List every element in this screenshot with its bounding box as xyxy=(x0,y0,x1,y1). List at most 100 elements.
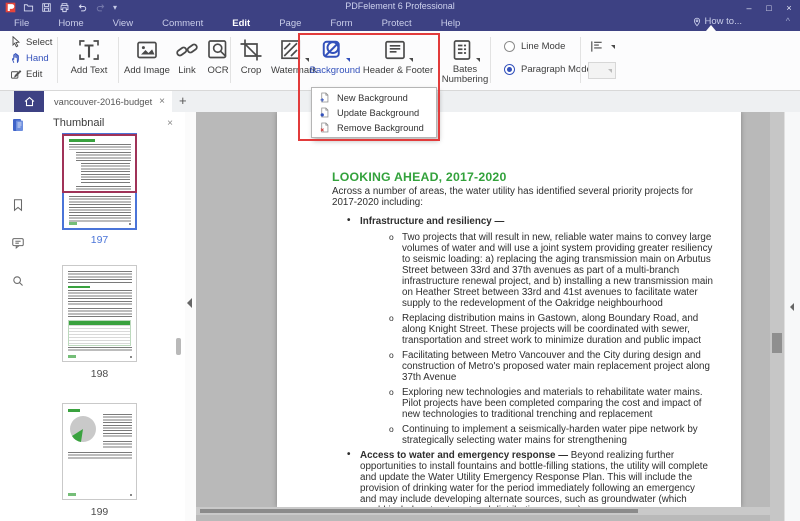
text-direction-button[interactable] xyxy=(589,39,615,54)
add-image-icon xyxy=(137,41,157,59)
sub-bullet: Two projects that will result in new, re… xyxy=(388,232,713,309)
document-intro: Across a number of areas, the water util… xyxy=(332,186,694,208)
select-label: Select xyxy=(26,36,53,48)
add-text-icon xyxy=(79,40,99,60)
thumbnail-panel: Thumbnail × 197 198 199 xyxy=(35,112,185,521)
expand-right-panel-arrow-icon[interactable] xyxy=(790,303,794,311)
document-heading: LOOKING AHEAD, 2017-2020 xyxy=(332,170,507,184)
comment-icon xyxy=(12,238,24,250)
collapse-ribbon-icon[interactable]: ^ xyxy=(786,16,790,26)
add-text-label: Add Text xyxy=(70,65,108,76)
bates-numbering-button[interactable]: Bates Numbering xyxy=(438,38,492,85)
menu-page[interactable]: Page xyxy=(279,18,301,29)
link-button[interactable]: Link xyxy=(172,38,202,76)
collapse-panel-arrow-icon[interactable] xyxy=(187,298,192,308)
menu-edit[interactable]: Edit xyxy=(232,18,250,29)
minimize-button[interactable]: – xyxy=(742,3,756,13)
page-number-label: 199 xyxy=(90,506,109,518)
pdf-page-content: LOOKING AHEAD, 2017-2020 Across a number… xyxy=(277,112,741,516)
bullet-infrastructure: Infrastructure and resiliency — xyxy=(347,215,713,227)
menu-protect[interactable]: Protect xyxy=(382,18,412,29)
navigation-icon-strip xyxy=(0,112,36,521)
dropdown-caret-icon xyxy=(409,58,413,62)
search-icon xyxy=(13,276,23,286)
thumbnail-page-199[interactable] xyxy=(62,403,137,500)
edit-pencil-icon xyxy=(11,70,22,79)
close-button[interactable]: × xyxy=(782,3,796,13)
thumbnail-page-198[interactable] xyxy=(62,265,137,362)
ribbon-notch xyxy=(706,25,716,31)
panel-scrollbar-thumb[interactable] xyxy=(176,338,181,355)
background-button[interactable]: Background xyxy=(306,38,364,76)
horizontal-scrollbar-thumb[interactable] xyxy=(200,509,638,513)
new-tab-icon[interactable]: + xyxy=(179,93,187,108)
crop-icon xyxy=(240,39,262,61)
menu-home[interactable]: Home xyxy=(58,18,83,29)
dropdown-caret-icon xyxy=(346,58,350,62)
header-footer-button[interactable]: Header & Footer xyxy=(363,38,433,76)
window-title: PDFelement 6 Professional xyxy=(345,1,455,11)
hand-icon xyxy=(11,53,19,63)
thumbnail-panel-title: Thumbnail xyxy=(53,117,105,129)
menu-help[interactable]: Help xyxy=(441,18,461,29)
ocr-icon xyxy=(208,40,227,59)
document-tab[interactable]: vancouver-2016-budget × xyxy=(44,91,172,112)
menu-file[interactable]: File xyxy=(14,18,29,29)
tab-title: vancouver-2016-budget xyxy=(54,96,153,107)
dropdown-caret-icon xyxy=(476,58,480,62)
menu-view[interactable]: View xyxy=(113,18,133,29)
paragraph-mode-radio[interactable]: Paragraph Mode xyxy=(504,64,592,75)
page-number-label: 198 xyxy=(90,368,109,380)
line-mode-radio[interactable]: Line Mode xyxy=(504,41,565,52)
tab-close-icon[interactable]: × xyxy=(159,96,165,107)
hand-label: Hand xyxy=(26,52,49,64)
radio-selected-icon xyxy=(504,64,515,75)
menu-comment[interactable]: Comment xyxy=(162,18,203,29)
thumbnail-viewport-indicator[interactable] xyxy=(62,134,137,193)
add-image-button[interactable]: Add Image xyxy=(122,38,172,76)
sub-bullet: Continuing to implement a seismically-ha… xyxy=(388,424,713,446)
paragraph-mode-label: Paragraph Mode xyxy=(521,64,592,75)
disabled-style-dropdown xyxy=(588,62,616,79)
menu-item-update-background[interactable]: Update Background xyxy=(312,105,436,120)
how-to-button[interactable]: How to... xyxy=(692,16,742,27)
page-number-label: 197 xyxy=(90,234,109,246)
background-dropdown-menu: New Background Update Background Remove … xyxy=(311,87,437,138)
select-cursor-icon xyxy=(12,36,21,48)
paragraph-direction-icon xyxy=(591,41,602,52)
select-tool-button[interactable]: Select xyxy=(10,36,52,48)
page-remove-icon xyxy=(320,122,329,133)
thumbnail-icon xyxy=(13,119,23,131)
bookmark-icon xyxy=(13,199,23,212)
menu-item-label: Update Background xyxy=(337,107,420,118)
radio-unselected-icon xyxy=(504,41,515,52)
horizontal-scrollbar[interactable] xyxy=(196,507,770,515)
menu-form[interactable]: Form xyxy=(330,18,352,29)
vertical-scrollbar-thumb[interactable] xyxy=(772,333,782,353)
sub-bullet: Facilitating between Metro Vancouver and… xyxy=(388,350,713,383)
maximize-button[interactable]: □ xyxy=(762,3,776,13)
crop-button[interactable]: Crop xyxy=(234,38,268,76)
menu-item-label: Remove Background xyxy=(337,122,424,133)
bookmark-panel-icon[interactable] xyxy=(9,196,27,214)
comment-panel-icon[interactable] xyxy=(9,234,27,252)
ocr-label: OCR xyxy=(207,65,229,76)
vertical-scrollbar[interactable] xyxy=(770,112,784,521)
panel-splitter[interactable] xyxy=(185,112,196,521)
watermark-icon xyxy=(281,40,301,60)
add-text-button[interactable]: Add Text xyxy=(64,38,114,76)
menu-item-remove-background[interactable]: Remove Background xyxy=(312,120,436,135)
thumbnail-panel-close-icon[interactable]: × xyxy=(167,118,173,129)
thumbnail-panel-icon[interactable] xyxy=(9,116,27,134)
menu-item-new-background[interactable]: New Background xyxy=(312,90,436,105)
search-panel-icon[interactable] xyxy=(9,272,27,290)
home-tab-button[interactable] xyxy=(14,91,44,112)
pdf-page[interactable]: LOOKING AHEAD, 2017-2020 Across a number… xyxy=(277,112,741,516)
link-label: Link xyxy=(178,65,196,76)
edit-tool-button[interactable]: Edit xyxy=(10,68,42,80)
line-mode-label: Line Mode xyxy=(521,41,566,52)
hand-tool-button[interactable]: Hand xyxy=(10,52,49,64)
link-icon xyxy=(176,43,198,57)
edit-ribbon-toolbar: Select Hand Edit Add Text Add Image Link… xyxy=(0,31,800,91)
sub-bullet: Replacing distribution mains in Gastown,… xyxy=(388,313,713,346)
